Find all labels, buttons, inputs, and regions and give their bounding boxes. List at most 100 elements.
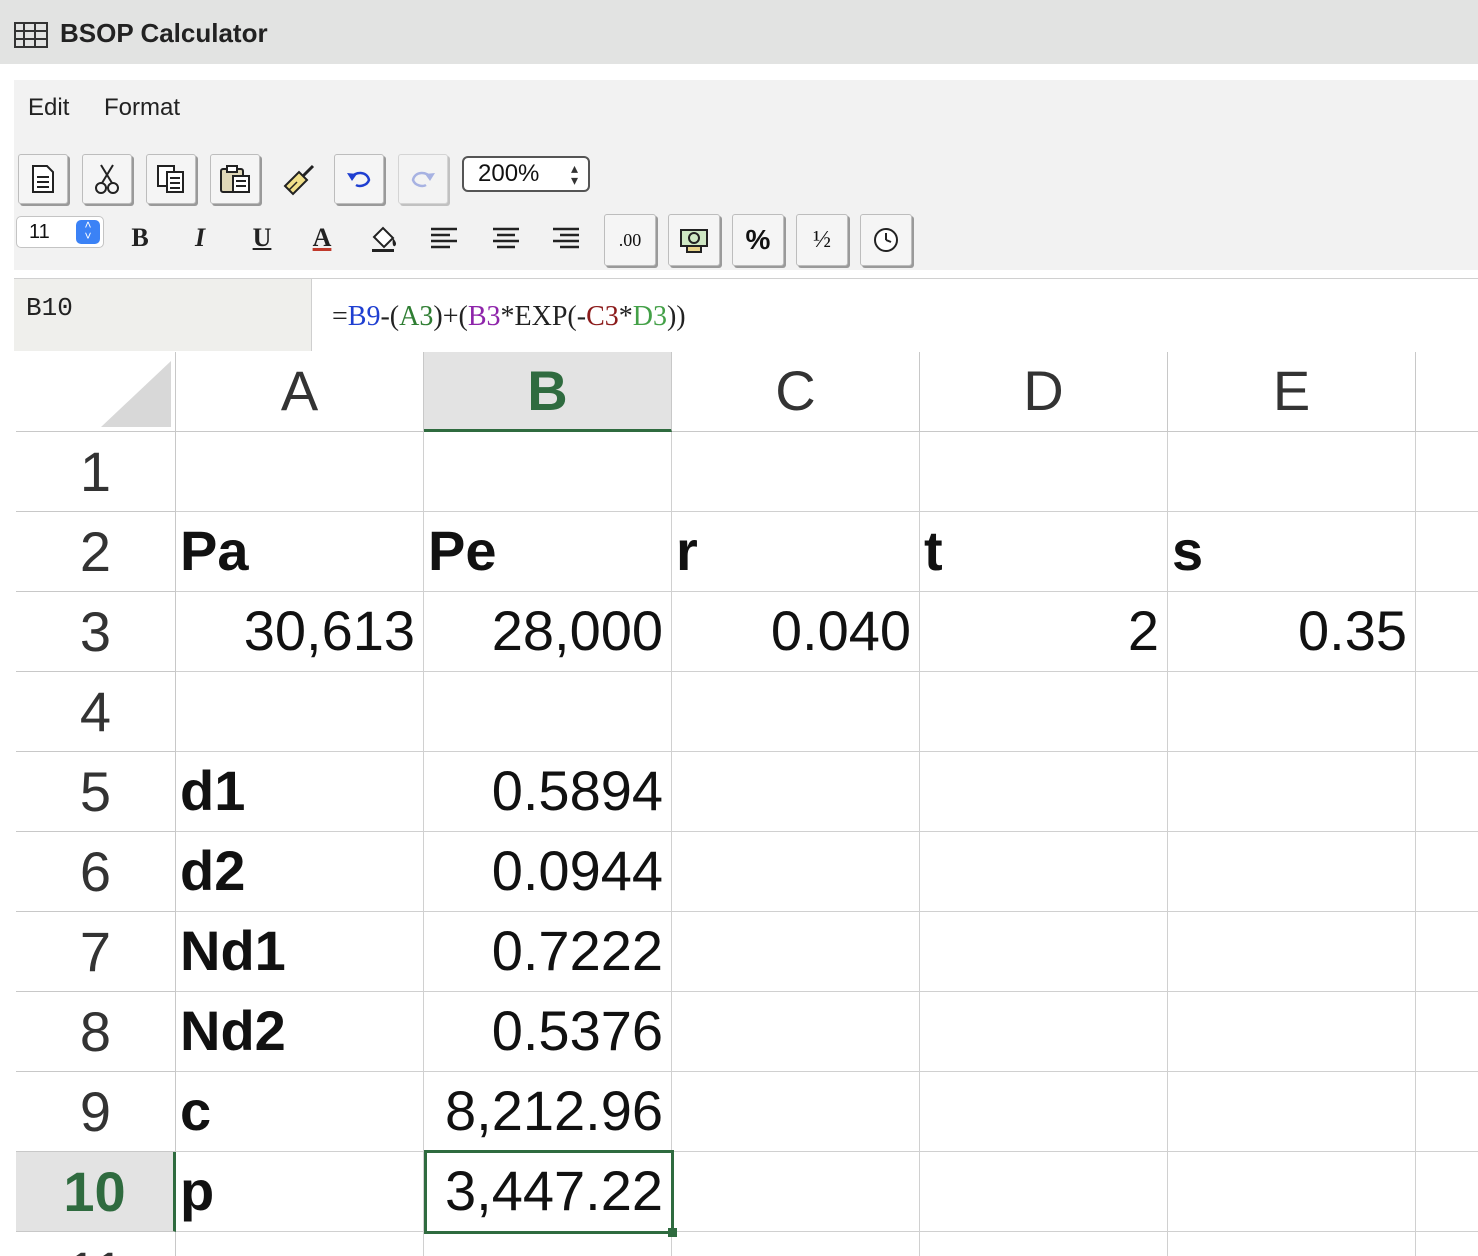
row-header-10[interactable]: 10 — [16, 1152, 176, 1232]
italic-button[interactable]: I — [178, 216, 222, 260]
cell-a4[interactable] — [176, 672, 424, 752]
fill-color-button[interactable] — [362, 216, 406, 260]
cell-d1[interactable] — [920, 432, 1168, 512]
select-all-corner[interactable] — [16, 352, 176, 432]
cell-c1[interactable] — [672, 432, 920, 512]
cell-e11[interactable] — [1168, 1232, 1416, 1256]
cell-b11[interactable] — [424, 1232, 672, 1256]
fraction-format-button[interactable]: ½ — [796, 214, 848, 266]
cell-extra1[interactable] — [1416, 432, 1478, 512]
cut-button[interactable] — [82, 154, 132, 204]
cell-b5[interactable]: 0.5894 — [424, 752, 672, 832]
column-header-d[interactable]: D — [920, 352, 1168, 432]
cell-a8[interactable]: Nd2 — [176, 992, 424, 1072]
cell-e4[interactable] — [1168, 672, 1416, 752]
row-header-11[interactable]: 11 — [16, 1232, 176, 1256]
row-header-9[interactable]: 9 — [16, 1072, 176, 1152]
menu-edit[interactable]: Edit — [28, 94, 69, 122]
cell-extra9[interactable] — [1416, 1072, 1478, 1152]
fill-handle[interactable] — [668, 1228, 677, 1237]
font-color-button[interactable]: A — [300, 216, 344, 260]
row-header-1[interactable]: 1 — [16, 432, 176, 512]
decimal-format-button[interactable]: .00 — [604, 214, 656, 266]
row-header-8[interactable]: 8 — [16, 992, 176, 1072]
row-header-6[interactable]: 6 — [16, 832, 176, 912]
row-header-2[interactable]: 2 — [16, 512, 176, 592]
cell-c3[interactable]: 0.040 — [672, 592, 920, 672]
cell-a10[interactable]: p — [176, 1152, 424, 1232]
cell-b9[interactable]: 8,212.96 — [424, 1072, 672, 1152]
cell-b6[interactable]: 0.0944 — [424, 832, 672, 912]
cell-d2[interactable]: t — [920, 512, 1168, 592]
cell-a6[interactable]: d2 — [176, 832, 424, 912]
bold-button[interactable]: B — [118, 216, 162, 260]
cell-d4[interactable] — [920, 672, 1168, 752]
cell-a3[interactable]: 30,613 — [176, 592, 424, 672]
row-header-4[interactable]: 4 — [16, 672, 176, 752]
cell-extra8[interactable] — [1416, 992, 1478, 1072]
cell-c7[interactable] — [672, 912, 920, 992]
time-format-button[interactable] — [860, 214, 912, 266]
cell-c9[interactable] — [672, 1072, 920, 1152]
cell-b4[interactable] — [424, 672, 672, 752]
align-right-button[interactable] — [544, 216, 588, 260]
cell-c10[interactable] — [672, 1152, 920, 1232]
paste-button[interactable] — [210, 154, 260, 204]
cell-b10[interactable]: 3,447.22 — [424, 1152, 672, 1232]
cell-a5[interactable]: d1 — [176, 752, 424, 832]
cell-e8[interactable] — [1168, 992, 1416, 1072]
cell-e5[interactable] — [1168, 752, 1416, 832]
format-painter-button[interactable] — [276, 158, 320, 202]
cell-b7[interactable]: 0.7222 — [424, 912, 672, 992]
cell-c5[interactable] — [672, 752, 920, 832]
cell-e7[interactable] — [1168, 912, 1416, 992]
undo-button[interactable] — [334, 154, 384, 204]
cell-extra2[interactable] — [1416, 512, 1478, 592]
cell-a2[interactable]: Pa — [176, 512, 424, 592]
align-center-button[interactable] — [484, 216, 528, 260]
cell-c8[interactable] — [672, 992, 920, 1072]
cell-d7[interactable] — [920, 912, 1168, 992]
cell-c2[interactable]: r — [672, 512, 920, 592]
zoom-select[interactable]: 200% ▴ ▾ — [462, 156, 590, 192]
font-size-select[interactable]: 11 ˄ ˅ — [16, 216, 104, 248]
cell-a7[interactable]: Nd1 — [176, 912, 424, 992]
cell-a1[interactable] — [176, 432, 424, 512]
cell-e3[interactable]: 0.35 — [1168, 592, 1416, 672]
cell-d6[interactable] — [920, 832, 1168, 912]
cell-e6[interactable] — [1168, 832, 1416, 912]
cell-d10[interactable] — [920, 1152, 1168, 1232]
row-header-7[interactable]: 7 — [16, 912, 176, 992]
cell-b3[interactable]: 28,000 — [424, 592, 672, 672]
cell-e2[interactable]: s — [1168, 512, 1416, 592]
cell-e9[interactable] — [1168, 1072, 1416, 1152]
cell-reference-box[interactable]: B10 — [14, 279, 312, 351]
menu-format[interactable]: Format — [104, 94, 180, 122]
percent-format-button[interactable]: % — [732, 214, 784, 266]
cell-extra4[interactable] — [1416, 672, 1478, 752]
cell-c4[interactable] — [672, 672, 920, 752]
currency-format-button[interactable] — [668, 214, 720, 266]
cell-b2[interactable]: Pe — [424, 512, 672, 592]
column-header-c[interactable]: C — [672, 352, 920, 432]
cell-extra7[interactable] — [1416, 912, 1478, 992]
cell-d9[interactable] — [920, 1072, 1168, 1152]
cell-extra5[interactable] — [1416, 752, 1478, 832]
cell-d11[interactable] — [920, 1232, 1168, 1256]
row-header-3[interactable]: 3 — [16, 592, 176, 672]
cell-c11[interactable] — [672, 1232, 920, 1256]
cell-extra3[interactable] — [1416, 592, 1478, 672]
align-left-button[interactable] — [422, 216, 466, 260]
cell-extra10[interactable] — [1416, 1152, 1478, 1232]
cell-extra11[interactable] — [1416, 1232, 1478, 1256]
cell-a11[interactable] — [176, 1232, 424, 1256]
cell-d3[interactable]: 2 — [920, 592, 1168, 672]
cell-extra6[interactable] — [1416, 832, 1478, 912]
cell-c6[interactable] — [672, 832, 920, 912]
column-header-b[interactable]: B — [424, 352, 672, 432]
cell-b1[interactable] — [424, 432, 672, 512]
new-document-button[interactable] — [18, 154, 68, 204]
cell-d8[interactable] — [920, 992, 1168, 1072]
cell-a9[interactable]: c — [176, 1072, 424, 1152]
redo-button[interactable] — [398, 154, 448, 204]
